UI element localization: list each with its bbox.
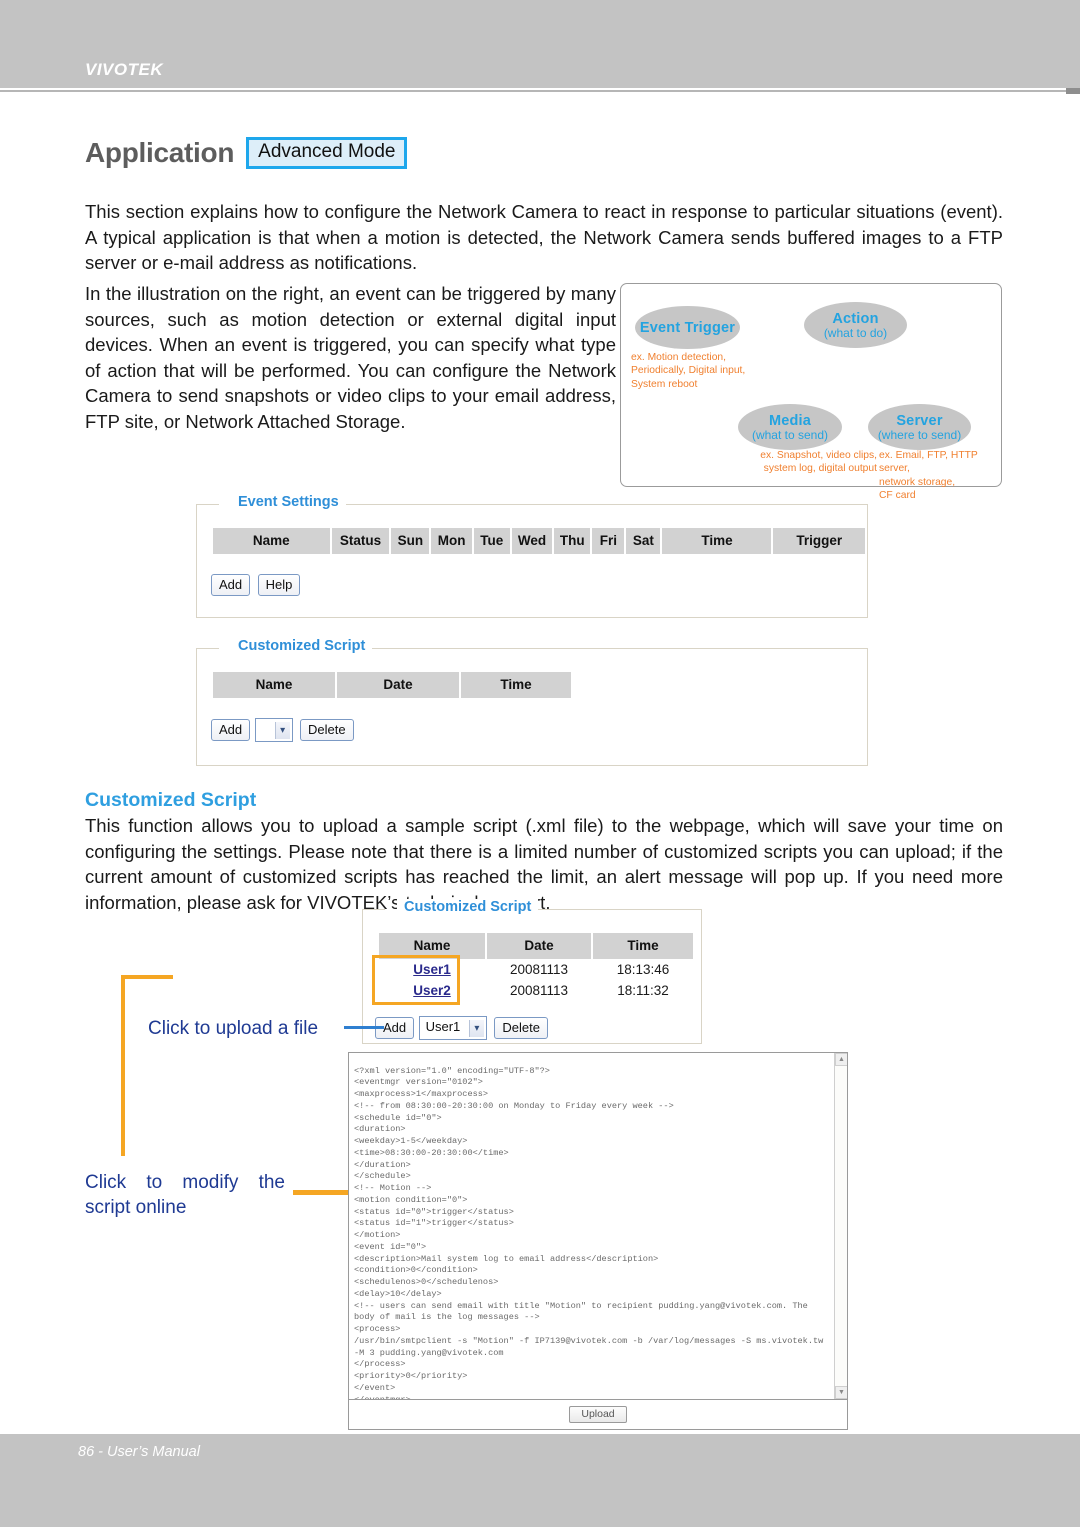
- illustration-node-action: Action (what to do): [804, 302, 907, 348]
- legend-rule-left: [197, 504, 219, 505]
- footer-page-label: 86 - User’s Manual: [78, 1444, 200, 1460]
- customized-script-buttons-empty: Add ▾ Delete: [211, 718, 354, 742]
- col-sat: Sat: [626, 528, 661, 554]
- brand-logo: VIVOTEK: [85, 60, 164, 79]
- node-subtitle: (what to send): [751, 427, 829, 442]
- name-column-highlight-box: [372, 955, 460, 1005]
- col-mon: Mon: [431, 528, 472, 554]
- legend-rule-left: [363, 909, 385, 910]
- col-name: Name: [213, 672, 335, 698]
- col-name: Name: [213, 528, 330, 554]
- node-title: Server: [896, 412, 943, 429]
- page-title: Application: [85, 137, 235, 168]
- legend-rule-right: [343, 504, 867, 505]
- customized-script-table-empty: Name Date Time: [211, 672, 573, 698]
- script-code-viewer[interactable]: <?xml version="1.0" encoding="UTF-8"?> <…: [348, 1052, 848, 1400]
- upload-button[interactable]: Upload: [569, 1406, 627, 1423]
- event-flow-illustration: Event Trigger Action (what to do) Media …: [620, 283, 1002, 501]
- event-settings-buttons: Add Help: [211, 574, 301, 596]
- col-time: Time: [593, 933, 693, 959]
- advanced-mode-badge[interactable]: Advanced Mode: [246, 137, 408, 169]
- event-settings-legend: Event Settings: [231, 494, 346, 510]
- illustration-node-server: Server (where to send): [868, 404, 971, 450]
- script-select[interactable]: User1 ▾: [418, 1016, 487, 1040]
- col-fri: Fri: [592, 528, 625, 554]
- illustration-paragraph: In the illustration on the right, an eve…: [85, 283, 616, 432]
- col-date: Date: [487, 933, 591, 959]
- row-date-cell: 20081113: [487, 980, 591, 1001]
- help-button[interactable]: Help: [257, 574, 301, 596]
- col-trigger: Trigger: [773, 528, 865, 554]
- intro-paragraph: This section explains how to configure t…: [85, 201, 1003, 273]
- col-time: Time: [461, 672, 571, 698]
- delete-button[interactable]: Delete: [300, 719, 354, 741]
- script-code-footer: Upload: [348, 1400, 848, 1430]
- customized-script-legend: Customized Script: [231, 638, 373, 654]
- customized-script-buttons-filled: Add User1 ▾ Delete: [375, 1016, 548, 1040]
- callout-upload-label: Click to upload a file: [148, 1018, 319, 1039]
- illustration-example-server: ex. Email, FTP, HTTP server, network sto…: [879, 450, 978, 502]
- customized-script-paragraph: This function allows you to upload a sam…: [85, 815, 1003, 913]
- callout-modify-label: Click to modify the script online: [85, 1172, 285, 1218]
- col-date: Date: [337, 672, 459, 698]
- table-header-row: Name Date Time: [213, 672, 571, 698]
- callout-connector-top: [121, 975, 173, 979]
- node-title: Action: [832, 310, 879, 327]
- col-tue: Tue: [473, 528, 510, 554]
- illustration-example-trigger: ex. Motion detection, Periodically, Digi…: [631, 352, 746, 390]
- event-settings-table: Name Status Sun Mon Tue Wed Thu Fri Sat …: [211, 528, 867, 554]
- scroll-up-icon[interactable]: ▲: [835, 1053, 847, 1066]
- event-settings-panel: Event Settings Name Status Sun Mon Tue W…: [196, 494, 868, 618]
- col-time: Time: [662, 528, 772, 554]
- col-sun: Sun: [391, 528, 430, 554]
- legend-rule-right: [535, 909, 701, 910]
- legend-rule-left: [197, 648, 219, 649]
- script-select[interactable]: ▾: [254, 718, 293, 742]
- callout-connector-upload: [344, 1026, 384, 1029]
- illustration-example-media: ex. Snapshot, video clips, system log, d…: [760, 450, 877, 475]
- illustration-node-media: Media (what to send): [738, 404, 842, 450]
- delete-button[interactable]: Delete: [494, 1017, 548, 1039]
- illustration-node-event-trigger: Event Trigger: [635, 306, 740, 349]
- col-thu: Thu: [554, 528, 591, 554]
- node-subtitle: (where to send): [877, 427, 962, 442]
- chevron-down-icon: ▾: [468, 1020, 484, 1037]
- row-date-cell: 20081113: [487, 959, 591, 980]
- legend-rule-right: [369, 648, 867, 649]
- col-status: Status: [331, 528, 390, 554]
- section-heading-customized-script: Customized Script: [85, 789, 257, 811]
- scroll-down-icon[interactable]: ▼: [835, 1386, 847, 1399]
- add-button[interactable]: Add: [211, 574, 251, 596]
- row-time-cell: 18:13:46: [593, 959, 693, 980]
- node-subtitle: (what to do): [823, 325, 888, 340]
- script-select-value: User1: [425, 1019, 461, 1034]
- code-scrollbar[interactable]: ▲ ▼: [834, 1053, 847, 1399]
- col-wed: Wed: [511, 528, 553, 554]
- callout-connector-vertical: [121, 975, 125, 1156]
- chevron-down-icon: ▾: [274, 722, 290, 739]
- page-title-row: Application Advanced Mode: [85, 137, 408, 169]
- script-code-text[interactable]: <?xml version="1.0" encoding="UTF-8"?> <…: [354, 1066, 824, 1399]
- row-time-cell: 18:11:32: [593, 980, 693, 1001]
- customized-script-legend: Customized Script: [397, 899, 539, 915]
- table-header-row: Name Status Sun Mon Tue Wed Thu Fri Sat …: [213, 528, 865, 554]
- header-divider-accent: [1066, 88, 1080, 94]
- customized-script-panel-empty: Customized Script Name Date Time Add ▾ D…: [196, 638, 868, 766]
- header-divider: [0, 88, 1080, 92]
- node-title: Media: [768, 412, 812, 429]
- add-button[interactable]: Add: [211, 719, 251, 741]
- node-title: Event Trigger: [639, 319, 736, 336]
